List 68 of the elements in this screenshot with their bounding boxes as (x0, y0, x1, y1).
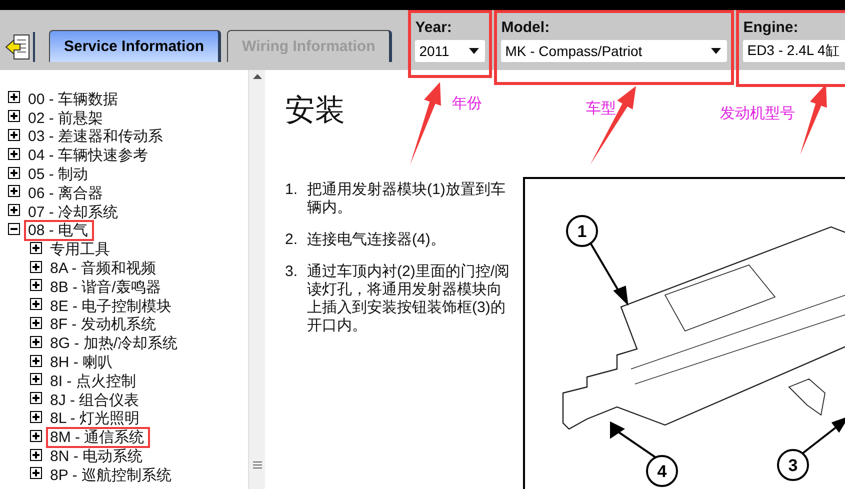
selector-label: Year: (415, 19, 453, 36)
annotation-label: 车型 (586, 99, 616, 118)
tree-item[interactable]: 8I - 点火控制 (48, 372, 140, 390)
expand-icon[interactable] (30, 336, 42, 348)
grip-icon[interactable] (252, 461, 262, 469)
collapse-icon[interactable] (8, 222, 20, 235)
dropdown[interactable]: 2011 (415, 40, 486, 62)
tree-item[interactable]: 8F - 发动机系统 (48, 316, 160, 334)
selector-label: Model: (501, 19, 551, 36)
expand-icon[interactable] (30, 354, 42, 367)
tree-item[interactable]: 08 - 电气 (26, 222, 92, 240)
tab[interactable]: Service Information (49, 30, 222, 62)
expand-icon[interactable] (8, 148, 20, 160)
tree-item[interactable]: 专用工具 (48, 241, 114, 258)
tree-item[interactable]: 8G - 加热/冷却系统 (48, 335, 182, 352)
tree-item[interactable]: 02 - 前悬架 (26, 110, 108, 127)
tree-item[interactable]: 8L - 灯光照明 (48, 410, 144, 428)
tree-item[interactable]: 06 - 离合器 (26, 184, 108, 202)
tree-item[interactable]: 8M - 通信系统 (48, 429, 148, 446)
step-number: 2. (285, 231, 299, 249)
step-number: 1. (285, 181, 299, 200)
dropdown[interactable]: ED3 - 2.4L 4缸 (743, 40, 845, 62)
expand-icon[interactable] (8, 204, 20, 216)
annotation-label: 年份 (452, 94, 482, 113)
expand-icon[interactable] (30, 298, 42, 310)
expand-icon[interactable] (30, 448, 42, 461)
tree-item[interactable]: 03 - 差速器和传动系 (26, 128, 168, 146)
tree-item[interactable]: 04 - 车辆快速参考 (26, 147, 152, 164)
back-icon[interactable] (5, 32, 35, 62)
expand-icon[interactable] (30, 467, 42, 480)
step-text: 把通用发射器模块(1)放置到车辆内。 (307, 181, 506, 217)
step-text: 通过车顶内衬(2)里面的门控/阅读灯孔，将通用发射器模块向上插入到安装按钮装饰框(3)的开口内。 (307, 263, 510, 335)
tree-item[interactable]: 8E - 电子控制模块 (48, 298, 176, 315)
step-number: 3. (285, 263, 299, 282)
tree-item[interactable]: 8A - 音频和视频 (48, 260, 160, 278)
tree-item[interactable]: 00 - 车辆数据 (26, 90, 122, 108)
dropdown[interactable]: MK - Compass/Patriot (501, 40, 728, 62)
expand-icon[interactable] (8, 128, 20, 141)
tree-item[interactable]: 8B - 谐音/轰鸣器 (48, 278, 165, 296)
expand-icon[interactable] (8, 110, 20, 122)
callout: 4 (646, 455, 678, 487)
scrollbar[interactable] (248, 70, 265, 489)
annotation-label: 发动机型号 (720, 104, 795, 123)
expand-icon[interactable] (30, 260, 42, 273)
caret-icon (711, 48, 722, 54)
expand-icon[interactable] (30, 242, 42, 254)
tree-item[interactable]: 8H - 喇叭 (48, 354, 117, 372)
step-text: 连接电气连接器(4)。 (307, 231, 446, 249)
callout: 3 (777, 449, 809, 481)
expand-icon[interactable] (30, 410, 42, 423)
scroll-up-icon[interactable] (252, 74, 262, 79)
tree-item[interactable]: 8P - 巡航控制系统 (48, 466, 176, 484)
tree-item[interactable]: 8J - 组合仪表 (48, 392, 144, 409)
expand-icon[interactable] (30, 430, 42, 442)
page-title: 安装 (285, 92, 345, 130)
selector-label: Engine: (743, 19, 800, 36)
expand-icon[interactable] (8, 185, 20, 198)
expand-icon[interactable] (30, 316, 42, 329)
expand-icon[interactable] (30, 373, 42, 386)
caret-icon (469, 48, 480, 54)
expand-icon[interactable] (8, 91, 20, 104)
expand-icon[interactable] (30, 392, 42, 404)
tree-item[interactable]: 05 - 制动 (26, 166, 92, 184)
tree-item[interactable]: 07 - 冷却系统 (26, 204, 122, 221)
expand-icon[interactable] (30, 279, 42, 292)
callout: 1 (566, 215, 598, 247)
expand-icon[interactable] (8, 166, 20, 179)
tree-item[interactable]: 8N - 电动系统 (48, 448, 147, 466)
